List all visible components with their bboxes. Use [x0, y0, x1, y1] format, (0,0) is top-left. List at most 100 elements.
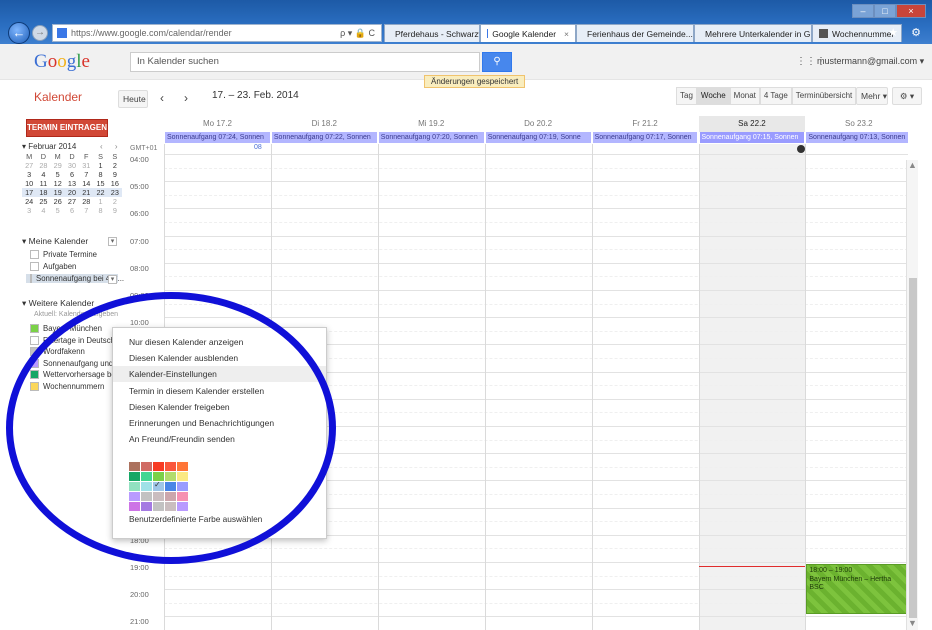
calendar-event[interactable]: 18:00 – 19:00 Bayern München – Hertha BSC [806, 564, 908, 614]
minical-day[interactable]: 26 [51, 197, 65, 206]
context-menu-item[interactable]: Diesen Kalender freigeben [113, 399, 326, 415]
prev-week-button[interactable]: ‹ [152, 90, 172, 108]
minical-day[interactable]: 4 [36, 170, 50, 179]
create-event-button[interactable]: TERMIN EINTRAGEN [26, 119, 108, 137]
minical-nav[interactable]: ‹ › [100, 142, 123, 151]
color-swatch[interactable] [129, 502, 140, 511]
maximize-button[interactable]: □ [874, 4, 896, 18]
color-swatch[interactable] [165, 502, 176, 511]
context-menu-item[interactable]: An Freund/Freundin senden [113, 431, 326, 447]
minical-day[interactable]: 27 [22, 161, 36, 170]
color-swatch[interactable] [129, 462, 140, 471]
calendar-list-item[interactable]: Sonnenaufgang und... [30, 358, 120, 368]
minical-day[interactable]: 6 [65, 170, 79, 179]
calendar-list-item[interactable]: Private Termine [30, 250, 97, 259]
minical-day[interactable]: 7 [79, 206, 93, 215]
grid-scrollbar[interactable]: ▲ ▼ [906, 160, 918, 630]
minical-day[interactable]: 8 [93, 170, 107, 179]
context-menu-item[interactable]: Diesen Kalender ausblenden [113, 350, 326, 366]
minical-day[interactable]: 2 [108, 197, 122, 206]
more-button[interactable]: Mehr ▾ [856, 87, 888, 105]
color-swatch[interactable] [141, 462, 152, 471]
color-swatch[interactable] [141, 492, 152, 501]
calendar-list-item[interactable]: Feiertage in Deutschl... [30, 335, 123, 345]
minical-day[interactable]: 3 [22, 170, 36, 179]
allday-event[interactable]: Sonnenaufgang 07:13, Sonnen [806, 132, 908, 143]
color-swatch[interactable] [141, 472, 152, 481]
browser-tab[interactable]: Google Kalender × [480, 24, 576, 42]
minical-day[interactable]: 17 [22, 188, 37, 197]
day-header[interactable]: Di 18.2 [271, 116, 378, 132]
color-swatch[interactable] [141, 482, 152, 491]
calendar-color-swatch[interactable] [30, 358, 39, 368]
scroll-thumb[interactable] [909, 278, 917, 618]
minical-day[interactable]: 28 [79, 197, 93, 206]
minical-day[interactable]: 29 [51, 161, 65, 170]
calendar-list-item[interactable]: Wordfakenn [30, 347, 85, 356]
minical-day[interactable]: 14 [79, 179, 93, 188]
view-button-3[interactable]: 4 Tage [759, 87, 792, 105]
minical-day[interactable]: 1 [93, 197, 107, 206]
day-header[interactable]: Do 20.2 [485, 116, 592, 132]
minical-day[interactable]: 30 [65, 161, 79, 170]
minical-day[interactable]: 21 [79, 188, 94, 197]
calendar-list-item[interactable]: Wochennummern [30, 381, 104, 391]
url-tools[interactable]: ρ ▾ 🔒 C [340, 28, 381, 39]
allday-event[interactable]: Sonnenaufgang 07:24, Sonnen [165, 132, 270, 143]
calendar-list-item[interactable]: Bayern München [30, 324, 102, 333]
minical-day[interactable]: 25 [36, 197, 50, 206]
calendar-color-swatch[interactable] [30, 381, 39, 391]
minical-day[interactable]: 9 [108, 206, 122, 215]
calendar-list-item[interactable]: Aufgaben [30, 262, 76, 271]
color-swatch[interactable] [129, 472, 140, 481]
calendar-color-swatch[interactable] [30, 370, 39, 379]
calendar-color-swatch[interactable] [30, 274, 32, 283]
account-menu[interactable]: mustermann@gmail.com ▾ [817, 56, 924, 67]
calendar-color-swatch[interactable] [30, 262, 39, 271]
context-menu-item[interactable]: Erinnerungen und Benachrichtigungen [113, 415, 326, 431]
minical-day[interactable]: 24 [22, 197, 36, 206]
my-calendars-dropdown-icon[interactable]: ▾ [108, 237, 117, 246]
address-bar[interactable]: https://www.google.com/calendar/render ρ… [52, 24, 382, 42]
color-swatch[interactable] [152, 480, 165, 492]
context-menu-item[interactable]: Termin in diesem Kalender erstellen [113, 383, 326, 399]
calendar-list-item[interactable]: Wettervorhersage bei... [30, 370, 124, 379]
scroll-up-icon[interactable]: ▲ [908, 160, 917, 170]
color-swatch[interactable] [165, 472, 176, 481]
minimize-button[interactable]: – [852, 4, 874, 18]
calendar-color-swatch[interactable] [30, 335, 39, 345]
minical-title[interactable]: ▾ Februar 2014 [22, 142, 76, 151]
minical-day[interactable]: 2 [108, 161, 122, 170]
minical-day[interactable]: 6 [65, 206, 79, 215]
color-swatch[interactable] [165, 462, 176, 471]
context-menu-item[interactable]: Kalender-Einstellungen [113, 366, 326, 383]
allday-event[interactable]: Sonnenaufgang 07:15, Sonnen [699, 132, 805, 143]
color-swatch[interactable] [153, 502, 164, 511]
day-header[interactable]: Fr 21.2 [592, 116, 699, 132]
minical-day[interactable]: 8 [93, 206, 107, 215]
color-swatch[interactable] [177, 462, 188, 471]
forward-arrow-icon[interactable]: → [32, 25, 48, 41]
minical-day[interactable]: 12 [51, 179, 65, 188]
minical-day[interactable]: 31 [79, 161, 93, 170]
minical-day[interactable]: 11 [36, 179, 50, 188]
scroll-down-icon[interactable]: ▼ [908, 618, 917, 628]
tab-close-icon[interactable]: × [564, 29, 569, 39]
minical-day[interactable]: 19 [50, 188, 65, 197]
view-button-2[interactable]: Monat [729, 87, 760, 105]
color-swatch[interactable] [177, 502, 188, 511]
custom-color-link[interactable]: Benutzerdefinierte Farbe auswählen [129, 514, 262, 524]
calendar-color-swatch[interactable] [30, 250, 39, 259]
minical-day[interactable]: 28 [36, 161, 50, 170]
minical-day[interactable]: 4 [36, 206, 50, 215]
calendar-color-swatch[interactable] [30, 347, 39, 356]
browser-tab[interactable]: Mehrere Unterkalender in G... [694, 24, 812, 42]
minical-day[interactable]: 15 [93, 179, 107, 188]
google-logo[interactable]: Google [34, 51, 90, 73]
color-swatch[interactable] [165, 482, 176, 491]
minical-day[interactable]: 5 [51, 206, 65, 215]
search-input[interactable]: In Kalender suchen [130, 52, 480, 72]
context-menu-item[interactable]: Nur diesen Kalender anzeigen [113, 334, 326, 350]
minical-day[interactable]: 27 [65, 197, 79, 206]
back-arrow-icon[interactable]: ← [8, 22, 30, 44]
